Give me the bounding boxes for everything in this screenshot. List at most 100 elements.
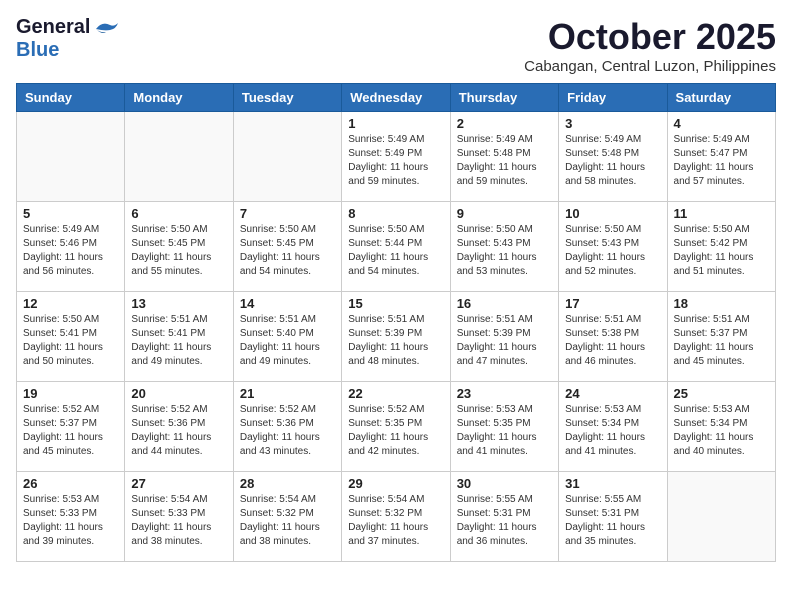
day-info: Sunrise: 5:53 AM Sunset: 5:33 PM Dayligh… bbox=[23, 493, 118, 549]
day-info: Sunrise: 5:49 AM Sunset: 5:48 PM Dayligh… bbox=[565, 133, 660, 189]
weekday-header-thursday: Thursday bbox=[450, 84, 558, 112]
day-info: Sunrise: 5:54 AM Sunset: 5:32 PM Dayligh… bbox=[240, 493, 335, 549]
logo-bird-icon bbox=[92, 19, 120, 39]
day-number: 22 bbox=[348, 386, 443, 401]
weekday-header-monday: Monday bbox=[125, 84, 233, 112]
day-info: Sunrise: 5:51 AM Sunset: 5:41 PM Dayligh… bbox=[131, 313, 226, 369]
calendar-cell: 21Sunrise: 5:52 AM Sunset: 5:36 PM Dayli… bbox=[233, 382, 341, 472]
calendar-cell: 27 Sunrise: 5:54 AM Sunset: 5:33 PM Dayli… bbox=[125, 472, 233, 562]
calendar-cell: 31 Sunrise: 5:55 AM Sunset: 5:31 PM Dayli… bbox=[559, 472, 667, 562]
day-info: Sunrise: 5:50 AM Sunset: 5:42 PM Dayligh… bbox=[674, 223, 769, 279]
day-info: Sunrise: 5:51 AM Sunset: 5:38 PM Dayligh… bbox=[565, 313, 660, 369]
calendar-cell: 7 Sunrise: 5:50 AM Sunset: 5:45 PM Daylig… bbox=[233, 202, 341, 292]
day-number: 25 bbox=[674, 386, 769, 401]
calendar-cell bbox=[233, 112, 341, 202]
day-number: 10 bbox=[565, 206, 660, 221]
calendar-week-4: 19 Sunrise: 5:52 AM Sunset: 5:37 PM Dayli… bbox=[17, 382, 776, 472]
day-info: Sunrise: 5:50 AM Sunset: 5:43 PM Dayligh… bbox=[457, 223, 552, 279]
day-info: Sunrise: 5:50 AM Sunset: 5:45 PM Dayligh… bbox=[240, 223, 335, 279]
day-info: Sunrise: 5:49 AM Sunset: 5:49 PM Dayligh… bbox=[348, 133, 443, 189]
calendar-cell: 29Sunrise: 5:54 AM Sunset: 5:32 PM Dayli… bbox=[342, 472, 450, 562]
calendar-cell: 9 Sunrise: 5:50 AM Sunset: 5:43 PM Daylig… bbox=[450, 202, 558, 292]
weekday-header-wednesday: Wednesday bbox=[342, 84, 450, 112]
calendar-cell: 23Sunrise: 5:53 AM Sunset: 5:35 PM Dayli… bbox=[450, 382, 558, 472]
calendar-cell bbox=[125, 112, 233, 202]
day-info: Sunrise: 5:49 AM Sunset: 5:47 PM Dayligh… bbox=[674, 133, 769, 189]
logo-blue-text: Blue bbox=[16, 39, 59, 62]
day-number: 1 bbox=[348, 116, 443, 131]
day-number: 19 bbox=[23, 386, 118, 401]
weekday-header-saturday: Saturday bbox=[667, 84, 775, 112]
day-info: Sunrise: 5:50 AM Sunset: 5:44 PM Dayligh… bbox=[348, 223, 443, 279]
day-info: Sunrise: 5:55 AM Sunset: 5:31 PM Dayligh… bbox=[565, 493, 660, 549]
day-number: 13 bbox=[131, 296, 226, 311]
calendar-cell: 8 Sunrise: 5:50 AM Sunset: 5:44 PM Daylig… bbox=[342, 202, 450, 292]
calendar-cell: 4 Sunrise: 5:49 AM Sunset: 5:47 PM Daylig… bbox=[667, 112, 775, 202]
day-number: 20 bbox=[131, 386, 226, 401]
calendar-table: SundayMondayTuesdayWednesdayThursdayFrid… bbox=[16, 83, 776, 562]
calendar-cell: 24Sunrise: 5:53 AM Sunset: 5:34 PM Dayli… bbox=[559, 382, 667, 472]
weekday-header-row: SundayMondayTuesdayWednesdayThursdayFrid… bbox=[17, 84, 776, 112]
day-number: 7 bbox=[240, 206, 335, 221]
location-text: Cabangan, Central Luzon, Philippines bbox=[524, 58, 776, 75]
day-number: 30 bbox=[457, 476, 552, 491]
day-number: 4 bbox=[674, 116, 769, 131]
calendar-week-3: 12 Sunrise: 5:50 AM Sunset: 5:41 PM Dayli… bbox=[17, 292, 776, 382]
calendar-cell: 15 Sunrise: 5:51 AM Sunset: 5:39 PM Dayli… bbox=[342, 292, 450, 382]
calendar-cell: 13 Sunrise: 5:51 AM Sunset: 5:41 PM Dayli… bbox=[125, 292, 233, 382]
calendar-cell: 20 Sunrise: 5:52 AM Sunset: 5:36 PM Dayli… bbox=[125, 382, 233, 472]
calendar-cell: 11Sunrise: 5:50 AM Sunset: 5:42 PM Dayli… bbox=[667, 202, 775, 292]
day-number: 12 bbox=[23, 296, 118, 311]
day-number: 9 bbox=[457, 206, 552, 221]
title-block: October 2025 Cabangan, Central Luzon, Ph… bbox=[524, 16, 776, 75]
calendar-cell: 2 Sunrise: 5:49 AM Sunset: 5:48 PM Daylig… bbox=[450, 112, 558, 202]
calendar-week-2: 5Sunrise: 5:49 AM Sunset: 5:46 PM Daylig… bbox=[17, 202, 776, 292]
page-header: General Blue October 2025 Cabangan, Cent… bbox=[16, 16, 776, 75]
calendar-cell bbox=[667, 472, 775, 562]
calendar-cell: 16Sunrise: 5:51 AM Sunset: 5:39 PM Dayli… bbox=[450, 292, 558, 382]
weekday-header-friday: Friday bbox=[559, 84, 667, 112]
day-number: 2 bbox=[457, 116, 552, 131]
day-number: 31 bbox=[565, 476, 660, 491]
day-info: Sunrise: 5:51 AM Sunset: 5:37 PM Dayligh… bbox=[674, 313, 769, 369]
logo-general-text: General bbox=[16, 16, 90, 39]
weekday-header-tuesday: Tuesday bbox=[233, 84, 341, 112]
day-info: Sunrise: 5:52 AM Sunset: 5:36 PM Dayligh… bbox=[131, 403, 226, 459]
calendar-cell: 30Sunrise: 5:55 AM Sunset: 5:31 PM Dayli… bbox=[450, 472, 558, 562]
calendar-cell: 6Sunrise: 5:50 AM Sunset: 5:45 PM Daylig… bbox=[125, 202, 233, 292]
day-number: 8 bbox=[348, 206, 443, 221]
calendar-cell: 17 Sunrise: 5:51 AM Sunset: 5:38 PM Dayli… bbox=[559, 292, 667, 382]
calendar-week-5: 26Sunrise: 5:53 AM Sunset: 5:33 PM Dayli… bbox=[17, 472, 776, 562]
day-number: 14 bbox=[240, 296, 335, 311]
calendar-cell: 12 Sunrise: 5:50 AM Sunset: 5:41 PM Dayli… bbox=[17, 292, 125, 382]
calendar-cell: 28Sunrise: 5:54 AM Sunset: 5:32 PM Dayli… bbox=[233, 472, 341, 562]
day-info: Sunrise: 5:52 AM Sunset: 5:37 PM Dayligh… bbox=[23, 403, 118, 459]
day-info: Sunrise: 5:51 AM Sunset: 5:40 PM Dayligh… bbox=[240, 313, 335, 369]
day-number: 6 bbox=[131, 206, 226, 221]
day-info: Sunrise: 5:50 AM Sunset: 5:43 PM Dayligh… bbox=[565, 223, 660, 279]
calendar-cell: 22 Sunrise: 5:52 AM Sunset: 5:35 PM Dayli… bbox=[342, 382, 450, 472]
day-number: 17 bbox=[565, 296, 660, 311]
day-number: 18 bbox=[674, 296, 769, 311]
month-title: October 2025 bbox=[524, 16, 776, 58]
day-info: Sunrise: 5:49 AM Sunset: 5:48 PM Dayligh… bbox=[457, 133, 552, 189]
day-number: 27 bbox=[131, 476, 226, 491]
calendar-cell: 1 Sunrise: 5:49 AM Sunset: 5:49 PM Daylig… bbox=[342, 112, 450, 202]
calendar-cell bbox=[17, 112, 125, 202]
day-info: Sunrise: 5:51 AM Sunset: 5:39 PM Dayligh… bbox=[348, 313, 443, 369]
day-info: Sunrise: 5:50 AM Sunset: 5:41 PM Dayligh… bbox=[23, 313, 118, 369]
calendar-cell: 10 Sunrise: 5:50 AM Sunset: 5:43 PM Dayli… bbox=[559, 202, 667, 292]
calendar-cell: 25 Sunrise: 5:53 AM Sunset: 5:34 PM Dayli… bbox=[667, 382, 775, 472]
logo: General Blue bbox=[16, 16, 120, 62]
day-number: 29 bbox=[348, 476, 443, 491]
calendar-cell: 26Sunrise: 5:53 AM Sunset: 5:33 PM Dayli… bbox=[17, 472, 125, 562]
day-info: Sunrise: 5:53 AM Sunset: 5:34 PM Dayligh… bbox=[674, 403, 769, 459]
day-number: 24 bbox=[565, 386, 660, 401]
day-number: 3 bbox=[565, 116, 660, 131]
day-number: 15 bbox=[348, 296, 443, 311]
calendar-cell: 3 Sunrise: 5:49 AM Sunset: 5:48 PM Daylig… bbox=[559, 112, 667, 202]
day-info: Sunrise: 5:52 AM Sunset: 5:35 PM Dayligh… bbox=[348, 403, 443, 459]
day-info: Sunrise: 5:52 AM Sunset: 5:36 PM Dayligh… bbox=[240, 403, 335, 459]
day-info: Sunrise: 5:54 AM Sunset: 5:33 PM Dayligh… bbox=[131, 493, 226, 549]
calendar-cell: 14 Sunrise: 5:51 AM Sunset: 5:40 PM Dayli… bbox=[233, 292, 341, 382]
